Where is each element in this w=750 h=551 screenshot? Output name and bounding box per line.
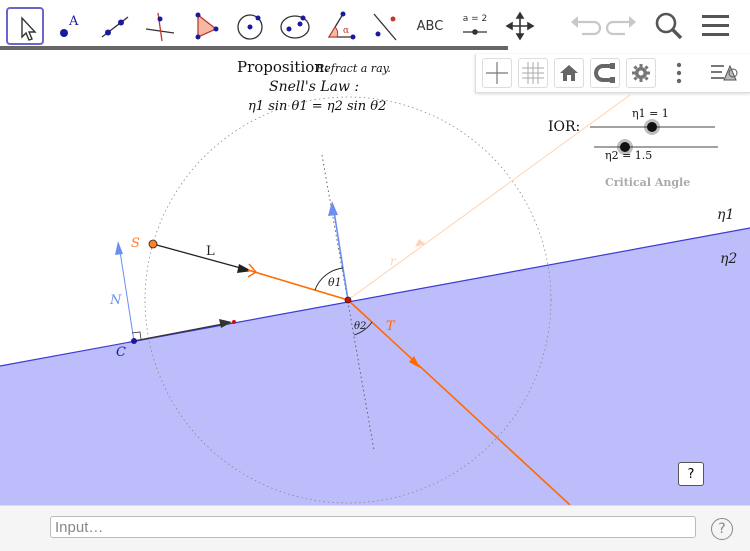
- reflected-ray-label: r: [390, 254, 397, 268]
- line-tool[interactable]: [96, 7, 134, 45]
- input-field[interactable]: Input…: [50, 516, 696, 538]
- slider-eta2-knob[interactable]: [620, 142, 630, 152]
- circle-center-point-tool[interactable]: [231, 7, 269, 45]
- redo-icon[interactable]: [605, 12, 639, 40]
- perpendicular-line-icon: [145, 12, 175, 42]
- snell-law-formula: η1 sin θ1 = η2 sin θ2: [248, 99, 386, 114]
- point-tool-glyph: A: [68, 14, 79, 29]
- label-L: L: [206, 244, 215, 259]
- label-theta1: θ1: [328, 276, 342, 289]
- text-tool[interactable]: ABC: [411, 7, 449, 45]
- style-bar-toggle-icon: [711, 64, 738, 81]
- ellipse-tool[interactable]: [276, 7, 314, 45]
- interface-point[interactable]: [232, 320, 236, 324]
- label-C: C: [116, 345, 126, 360]
- text-tool-label: ABC: [416, 18, 444, 34]
- more-icon: [676, 62, 682, 84]
- ior-label: IOR:: [548, 119, 580, 135]
- label-eta2: η2: [720, 251, 737, 267]
- snap-button[interactable]: [590, 58, 620, 88]
- snell-law-title: Snell's Law :: [269, 79, 359, 95]
- medium-2-region: [0, 228, 750, 505]
- line-icon: [101, 16, 129, 38]
- construction-canvas[interactable]: r S L N C T θ1 θ2 η1 η2 Proposition: Ref…: [0, 50, 750, 505]
- critical-angle-label[interactable]: Critical Angle: [605, 176, 690, 189]
- search-icon[interactable]: [652, 10, 686, 42]
- point-S[interactable]: [148, 239, 158, 249]
- angle-tool-glyph: α: [343, 26, 349, 36]
- more-button[interactable]: [664, 58, 694, 88]
- label-eta1: η1: [717, 207, 734, 223]
- grid-icon: [522, 62, 544, 84]
- input-help-button[interactable]: ?: [711, 518, 733, 540]
- point-tool[interactable]: A: [50, 7, 88, 45]
- angle-tool[interactable]: α: [321, 7, 359, 45]
- slider-icon: [463, 29, 487, 35]
- incidence-point[interactable]: [344, 296, 352, 304]
- label-theta2: θ2: [354, 321, 366, 332]
- undo-icon[interactable]: [568, 12, 602, 40]
- axes-icon: [486, 62, 508, 84]
- move-tool[interactable]: [6, 7, 44, 45]
- axes-button[interactable]: [482, 58, 512, 88]
- label-S: S: [131, 236, 140, 251]
- circle-icon: [237, 14, 263, 40]
- gear-icon: [632, 64, 650, 82]
- reflect-tool[interactable]: [366, 7, 404, 45]
- toolbar: A α ABC a = 2: [0, 0, 750, 50]
- point-icon: A: [60, 14, 79, 37]
- normal-vector-arrow: [328, 201, 338, 216]
- proposition-text: Refract a ray.: [315, 62, 391, 75]
- menu-icon[interactable]: [700, 12, 732, 40]
- slider-eta1-label: η1 = 1: [632, 107, 669, 120]
- grid-button[interactable]: [518, 58, 548, 88]
- label-T: T: [386, 319, 396, 334]
- reflected-ray-arrow: [415, 239, 425, 247]
- graphics-view[interactable]: r S L N C T θ1 θ2 η1 η2 Proposition: Ref…: [0, 50, 750, 505]
- magnet-icon: [594, 63, 615, 83]
- slider-tool[interactable]: a = 2: [456, 7, 494, 45]
- incident-vector-L[interactable]: [152, 243, 249, 271]
- ellipse-icon: [280, 15, 310, 39]
- perpendicular-line-tool[interactable]: [141, 7, 179, 45]
- polygon-icon: [195, 12, 219, 40]
- move-graphics-view-tool[interactable]: [501, 7, 539, 45]
- cursor-arrow-icon: [21, 16, 37, 41]
- input-bar: Input… ?: [0, 505, 750, 551]
- help-question-button[interactable]: ?: [678, 462, 704, 486]
- reflect-icon: [373, 13, 397, 41]
- style-bar: [475, 54, 750, 93]
- home-button[interactable]: [554, 58, 584, 88]
- slider-eta1-knob[interactable]: [647, 122, 657, 132]
- label-N: N: [109, 293, 122, 308]
- settings-button[interactable]: [626, 58, 656, 88]
- style-bar-toggle-button[interactable]: [708, 58, 742, 88]
- move-arrows-icon: [505, 11, 535, 41]
- home-icon: [560, 65, 578, 81]
- angle-icon: α: [327, 11, 356, 40]
- polygon-tool[interactable]: [186, 7, 224, 45]
- normal-vector-N-arrow: [115, 241, 123, 255]
- point-C[interactable]: [131, 338, 137, 344]
